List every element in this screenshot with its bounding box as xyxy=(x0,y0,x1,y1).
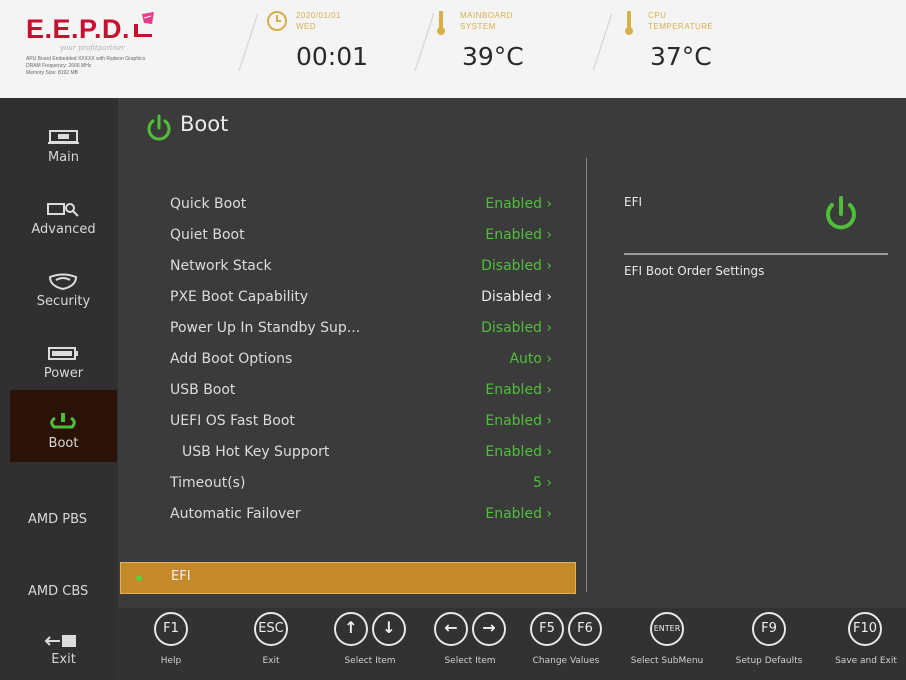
setting-label: Quick Boot xyxy=(170,196,247,212)
setting-value[interactable]: Enabled › xyxy=(485,382,552,398)
key-label: Select Item xyxy=(444,656,496,666)
setting-value[interactable]: Disabled › xyxy=(481,258,552,274)
enter-key-icon[interactable]: ENTER xyxy=(650,612,684,646)
esc-key-icon[interactable]: ESC xyxy=(254,612,288,646)
setting-label: Network Stack xyxy=(170,258,272,274)
power-icon xyxy=(826,196,856,230)
selected-item-efi[interactable]: EFI xyxy=(120,562,576,594)
setting-add-boot-options[interactable]: Add Boot Options Auto › xyxy=(170,351,570,373)
header-divider xyxy=(238,13,259,71)
mainboard-label: MAINBOARD xyxy=(460,11,513,20)
setting-value[interactable]: Enabled › xyxy=(485,506,552,522)
sidebar-item-advanced[interactable]: Advanced xyxy=(10,184,117,254)
mainboard-temperature: 39°C xyxy=(462,42,524,71)
date-label: 2020/01/01 xyxy=(296,11,342,20)
sidebar-item-amd-pbs[interactable]: AMD PBS xyxy=(10,488,117,558)
setting-value[interactable]: Disabled › xyxy=(481,320,552,336)
cpu-label: CPU xyxy=(648,11,667,20)
setting-value[interactable]: Enabled › xyxy=(485,444,552,460)
setting-label: USB Hot Key Support xyxy=(182,444,330,460)
key-legend-bar xyxy=(118,608,906,680)
setting-label: Add Boot Options xyxy=(170,351,293,367)
setting-label: UEFI OS Fast Boot xyxy=(170,413,295,429)
setting-label: USB Boot xyxy=(170,382,236,398)
key-label: Help xyxy=(160,656,182,666)
help-title: EFI xyxy=(624,195,643,209)
clock-icon xyxy=(267,11,287,31)
logo-text: E.E.P.D. xyxy=(26,14,131,44)
setting-value[interactable]: Enabled › xyxy=(485,196,552,212)
setting-quick-boot[interactable]: Quick Boot Enabled › xyxy=(170,196,570,218)
setting-value[interactable]: Auto › xyxy=(509,351,552,367)
power-icon xyxy=(147,114,171,141)
f5-key-icon[interactable]: F5 xyxy=(530,612,564,646)
setting-power-up-standby[interactable]: Power Up In Standby Sup... Disabled › xyxy=(170,320,570,342)
setting-timeout[interactable]: Timeout(s) 5 › xyxy=(170,475,570,497)
f10-key-icon[interactable]: F10 xyxy=(848,612,882,646)
cpu-temperature: 37°C xyxy=(650,42,712,71)
arrow-down-key-icon[interactable]: ↓ xyxy=(372,612,406,646)
setting-value[interactable]: Enabled › xyxy=(485,413,552,429)
setting-value[interactable]: Enabled › xyxy=(485,227,552,243)
setting-label: Timeout(s) xyxy=(170,475,246,491)
computer-icon xyxy=(48,130,79,144)
thermometer-icon xyxy=(437,11,445,35)
key-label: Change Values xyxy=(532,656,600,666)
key-label: Save and Exit xyxy=(835,656,897,666)
f9-key-icon[interactable]: F9 xyxy=(752,612,786,646)
f1-key-icon[interactable]: F1 xyxy=(154,612,188,646)
setting-pxe-boot-capability[interactable]: PXE Boot Capability Disabled › xyxy=(170,289,570,311)
battery-icon xyxy=(48,347,78,360)
setting-automatic-failover[interactable]: Automatic Failover Enabled › xyxy=(170,506,570,528)
page-title: Boot xyxy=(180,112,229,136)
sidebar-item-main[interactable]: Main xyxy=(10,112,117,182)
key-label: Setup Defaults xyxy=(735,656,803,666)
clock-time: 00:01 xyxy=(296,42,369,71)
f6-key-icon[interactable]: F6 xyxy=(568,612,602,646)
panel-divider xyxy=(586,158,587,592)
temperature-label: TEMPERATURE xyxy=(648,22,714,31)
header-bar: E.E.P.D. your profitpartner APU Board Em… xyxy=(0,0,906,99)
key-label: Exit xyxy=(262,656,280,666)
exit-icon xyxy=(44,635,76,647)
setting-network-stack[interactable]: Network Stack Disabled › xyxy=(170,258,570,280)
key-label: Select Item xyxy=(344,656,396,666)
logo-flag-icon xyxy=(134,12,154,37)
system-label: SYSTEM xyxy=(460,22,496,31)
selected-item-label: EFI xyxy=(171,569,191,584)
setting-label: PXE Boot Capability xyxy=(170,289,309,305)
help-description: EFI Boot Order Settings xyxy=(624,264,765,278)
setting-value[interactable]: 5 › xyxy=(533,475,552,491)
day-label: WED xyxy=(296,22,317,31)
sidebar-item-boot[interactable]: Boot xyxy=(10,390,117,462)
selection-dot-icon xyxy=(136,575,142,581)
setting-usb-boot[interactable]: USB Boot Enabled › xyxy=(170,382,570,404)
help-divider xyxy=(624,253,888,255)
sidebar-item-power[interactable]: Power xyxy=(10,328,117,398)
system-info: APU Board Embedded XXXXX with Radeon Gra… xyxy=(26,56,146,76)
setting-quiet-boot[interactable]: Quiet Boot Enabled › xyxy=(170,227,570,249)
sidebar-item-exit[interactable]: Exit xyxy=(10,620,117,676)
arrow-right-key-icon[interactable]: → xyxy=(472,612,506,646)
setting-usb-hot-key-support[interactable]: USB Hot Key Support Enabled › xyxy=(170,444,570,466)
setting-value[interactable]: Disabled › xyxy=(481,289,552,305)
logo-tagline: your profitpartner xyxy=(60,44,125,52)
sidebar-item-security[interactable]: Security xyxy=(10,256,117,326)
key-label: Select SubMenu xyxy=(630,656,704,666)
advanced-icon xyxy=(47,203,79,217)
setting-label: Quiet Boot xyxy=(170,227,245,243)
setting-label: Power Up In Standby Sup... xyxy=(170,320,361,336)
arrow-up-key-icon[interactable]: ↑ xyxy=(334,612,368,646)
power-icon xyxy=(50,413,76,429)
header-divider xyxy=(414,13,435,71)
thermometer-icon xyxy=(625,11,633,35)
setting-uefi-os-fast-boot[interactable]: UEFI OS Fast Boot Enabled › xyxy=(170,413,570,435)
header-divider xyxy=(592,13,613,71)
shield-icon xyxy=(48,273,78,290)
setting-label: Automatic Failover xyxy=(170,506,301,522)
arrow-left-key-icon[interactable]: ← xyxy=(434,612,468,646)
